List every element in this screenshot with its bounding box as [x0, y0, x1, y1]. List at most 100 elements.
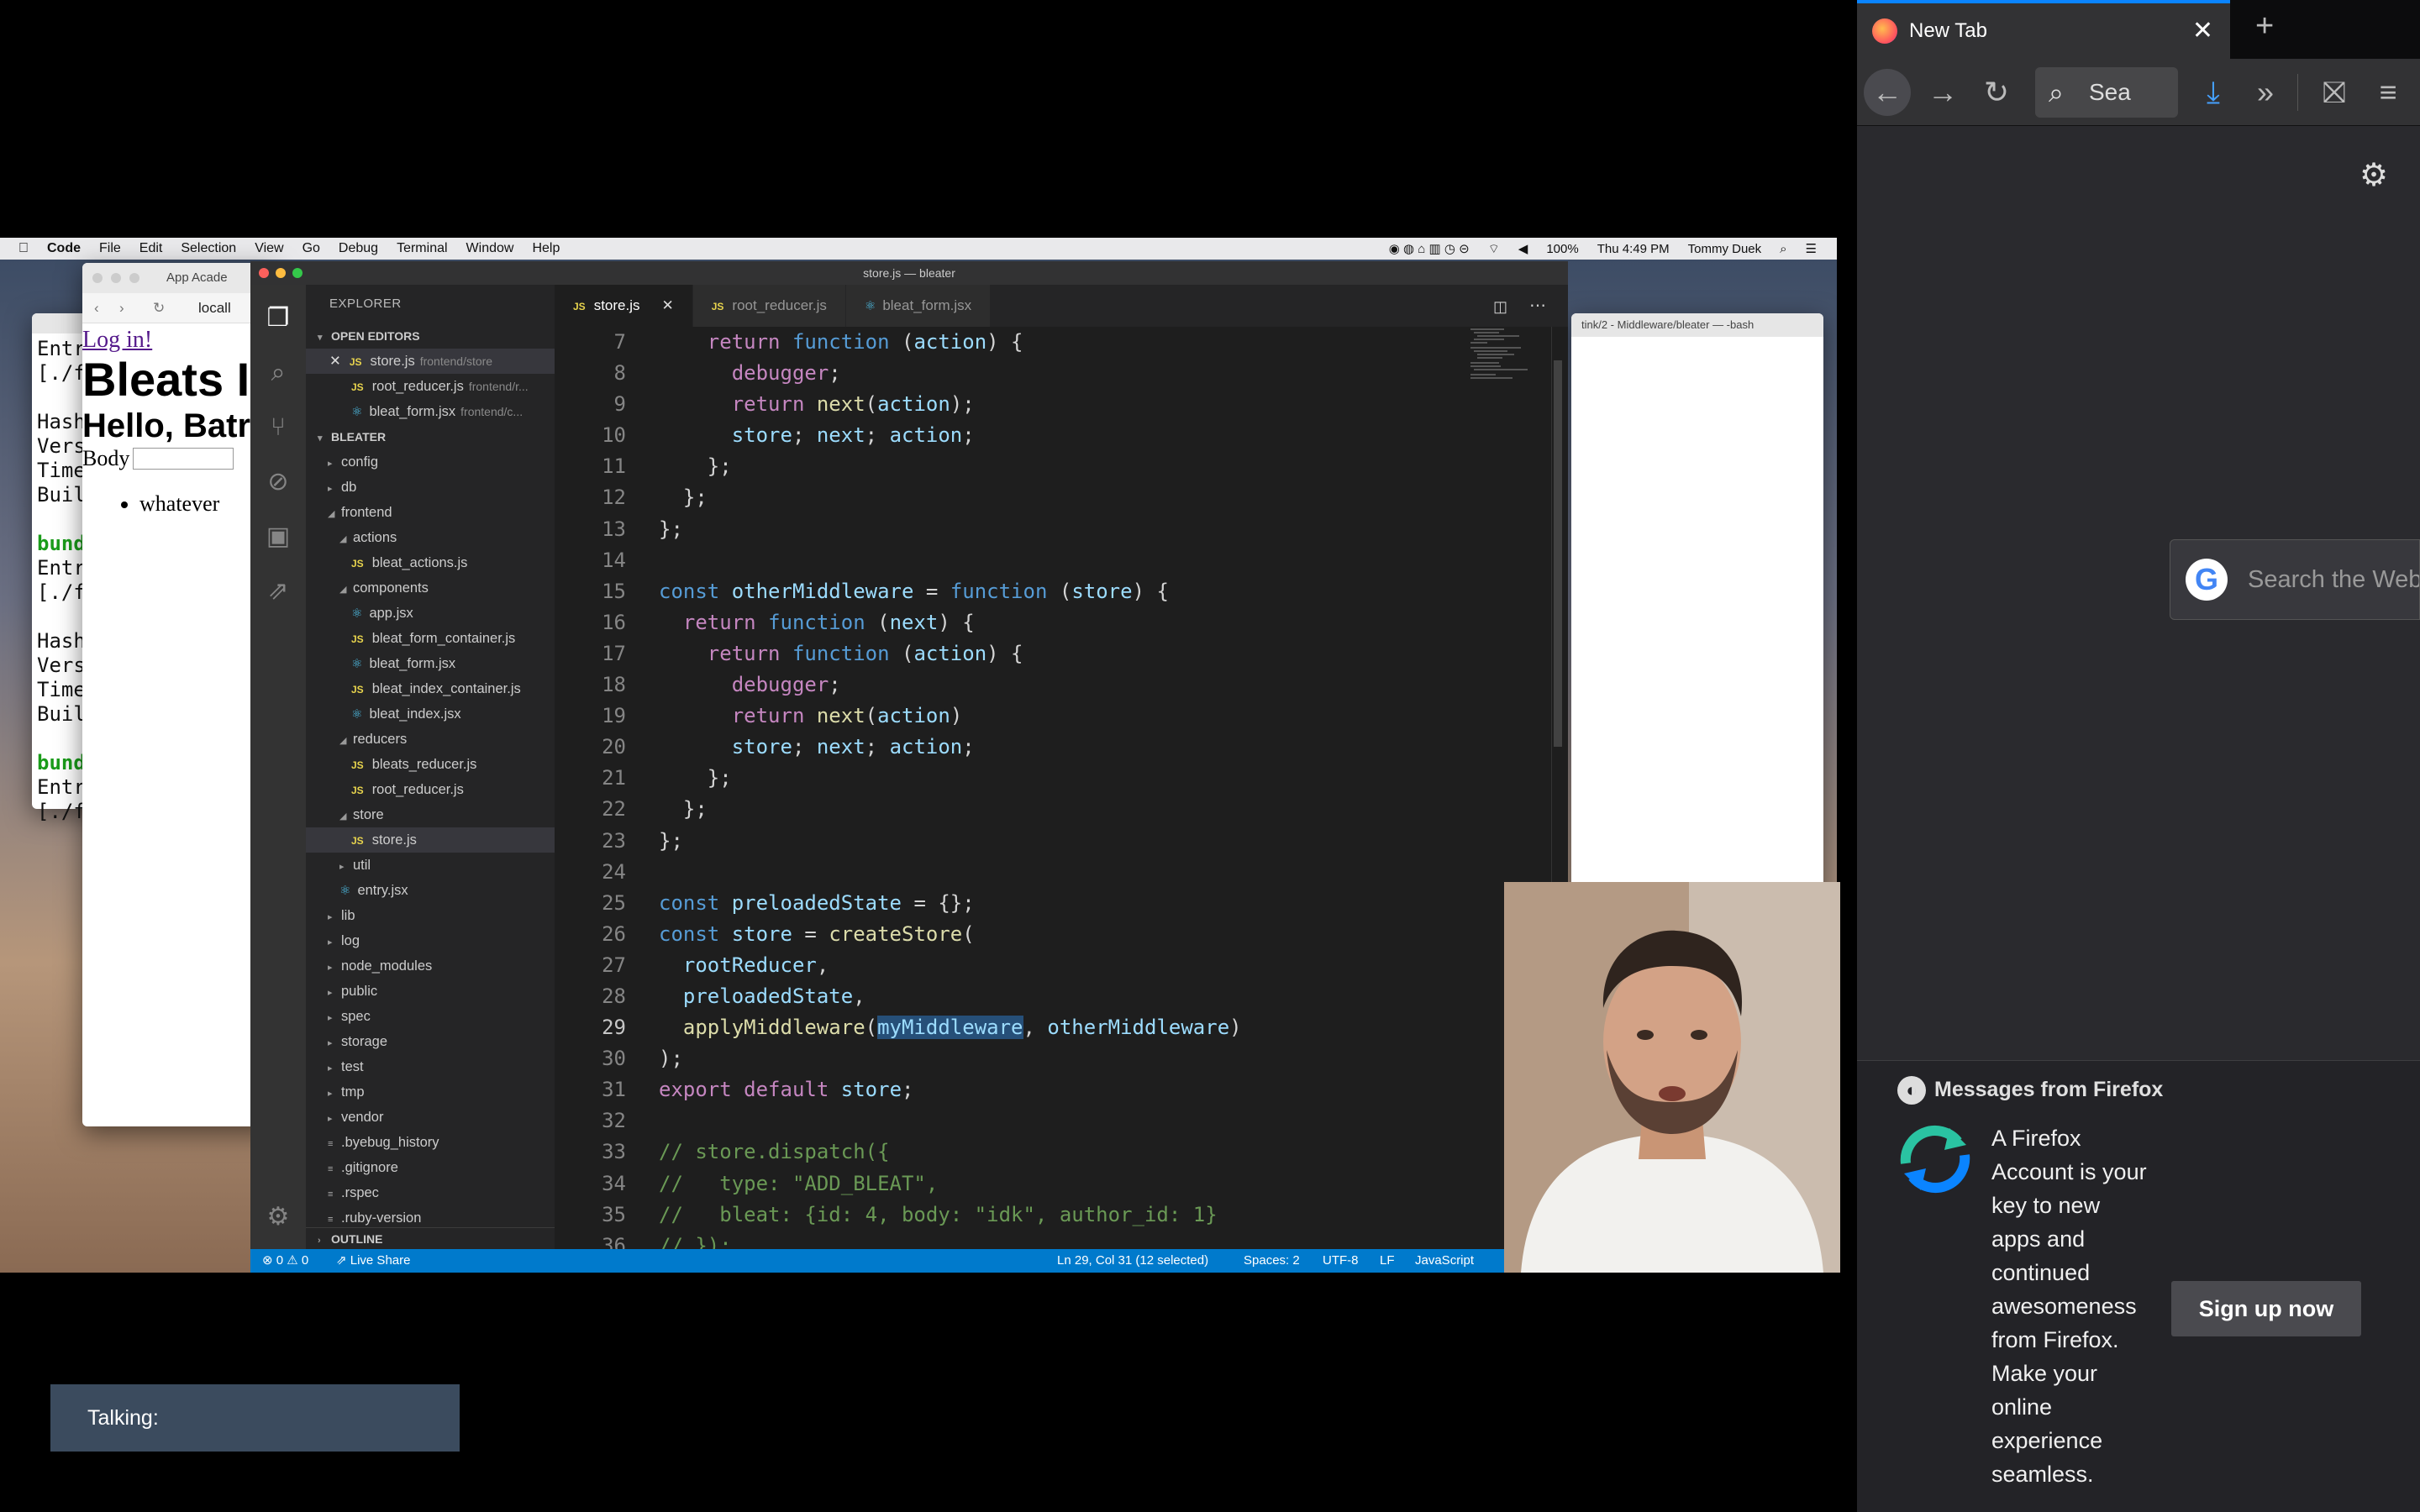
- more-actions-icon[interactable]: ⋯: [1529, 295, 1546, 316]
- tree-item[interactable]: ▸ public: [306, 979, 555, 1004]
- code-line[interactable]: 25 const preloadedState = {};: [555, 888, 1568, 919]
- tab-close-icon[interactable]: ✕: [2192, 3, 2213, 59]
- menubar-user[interactable]: Tommy Duek: [1688, 242, 1762, 256]
- code-line[interactable]: 23};: [555, 826, 1568, 857]
- tree-item[interactable]: ≡ .byebug_history: [306, 1130, 555, 1155]
- tree-item[interactable]: ◢ components: [306, 575, 555, 601]
- code-line[interactable]: 7 return function (action) {: [555, 327, 1568, 358]
- new-tab-button[interactable]: +: [2255, 8, 2274, 45]
- cursor-position[interactable]: Ln 29, Col 31 (12 selected): [1057, 1249, 1208, 1273]
- code-line[interactable]: 35 // bleat: {id: 4, body: "idk", author_…: [555, 1200, 1568, 1231]
- menu-edit[interactable]: Edit: [139, 241, 163, 256]
- tree-item[interactable]: JS bleats_reducer.js: [306, 752, 555, 777]
- apple-icon[interactable]: : [18, 241, 29, 256]
- code-line[interactable]: 22 };: [555, 794, 1568, 825]
- search-icon[interactable]: ⌕: [261, 356, 295, 390]
- code-line[interactable]: 27 rootReducer,: [555, 950, 1568, 981]
- tree-item[interactable]: ⚛ bleat_form.jsx: [306, 651, 555, 676]
- overflow-chevron-icon[interactable]: »: [2242, 69, 2289, 116]
- tree-item[interactable]: ◢ frontend: [306, 500, 555, 525]
- code-line[interactable]: 20 store; next; action;: [555, 732, 1568, 763]
- extensions-icon[interactable]: ▣: [261, 520, 295, 554]
- code-line[interactable]: 12 };: [555, 482, 1568, 513]
- source-control-icon[interactable]: ⑂: [261, 411, 295, 444]
- tree-item[interactable]: ▸ util: [306, 853, 555, 878]
- code-line[interactable]: 9 return next(action);: [555, 389, 1568, 420]
- newtab-settings-gear-icon[interactable]: ⚙: [2360, 156, 2388, 194]
- line-ending[interactable]: LF: [1380, 1249, 1395, 1273]
- debug-icon[interactable]: ⊘: [261, 465, 295, 499]
- minimize-window-button[interactable]: [276, 268, 286, 278]
- menu-window[interactable]: Window: [466, 241, 514, 256]
- wifi-icon[interactable]: ⌔: [1488, 241, 1500, 257]
- menu-help[interactable]: Help: [532, 241, 560, 256]
- code-line[interactable]: 26 const store = createStore(: [555, 919, 1568, 950]
- code-line[interactable]: 24: [555, 857, 1568, 888]
- tree-item[interactable]: ▸ config: [306, 449, 555, 475]
- settings-gear-icon[interactable]: ⚙: [261, 1200, 295, 1234]
- code-line[interactable]: 29 applyMiddleware(myMiddleware, otherMi…: [555, 1012, 1568, 1043]
- code-line[interactable]: 30);: [555, 1043, 1568, 1074]
- menu-file[interactable]: File: [99, 241, 121, 256]
- browser-url[interactable]: locall: [198, 300, 231, 317]
- editor-tab[interactable]: JS root_reducer.js: [692, 285, 846, 327]
- tree-item[interactable]: ▸ test: [306, 1054, 555, 1079]
- tree-item[interactable]: ▸ spec: [306, 1004, 555, 1029]
- tree-item[interactable]: JS root_reducer.js: [306, 777, 555, 802]
- code-line[interactable]: 32: [555, 1105, 1568, 1137]
- tree-item[interactable]: ▸ log: [306, 928, 555, 953]
- tree-item[interactable]: JS store.js: [306, 827, 555, 853]
- live-share-status[interactable]: ⇗ Live Share: [336, 1249, 410, 1273]
- editor-tab[interactable]: JS store.js ✕: [555, 285, 693, 327]
- extension-gift-icon[interactable]: ⛝: [2311, 69, 2358, 116]
- language-mode[interactable]: JavaScript: [1415, 1249, 1474, 1273]
- live-share-icon[interactable]: ⇗: [261, 575, 295, 608]
- tree-item[interactable]: ⚛ bleat_index.jsx: [306, 701, 555, 727]
- battery-percent[interactable]: 100%: [1546, 242, 1578, 256]
- google-search-box[interactable]: G Search the Web: [2170, 539, 2420, 620]
- tab-close-icon[interactable]: ✕: [661, 297, 673, 313]
- scroll-thumb[interactable]: [1554, 360, 1562, 747]
- code-line[interactable]: 28 preloadedState,: [555, 981, 1568, 1012]
- tree-item[interactable]: JS bleat_form_container.js: [306, 626, 555, 651]
- code-line[interactable]: 18 debugger;: [555, 669, 1568, 701]
- menubar-clock[interactable]: Thu 4:49 PM: [1597, 242, 1670, 256]
- code-line[interactable]: 14: [555, 545, 1568, 576]
- back-icon[interactable]: ‹: [94, 300, 99, 317]
- open-editors-header[interactable]: ▾ OPEN EDITORS: [306, 323, 555, 349]
- back-button[interactable]: ←: [1864, 69, 1911, 116]
- tree-item[interactable]: ▸ node_modules: [306, 953, 555, 979]
- maximize-window-button[interactable]: [292, 268, 302, 278]
- spotlight-icon[interactable]: ⌕: [1780, 242, 1786, 256]
- menu-selection[interactable]: Selection: [181, 241, 236, 256]
- code-line[interactable]: 19 return next(action): [555, 701, 1568, 732]
- login-link[interactable]: Log in!: [82, 327, 276, 354]
- open-editor-item[interactable]: JS root_reducer.js frontend/r...: [306, 374, 555, 399]
- browser-tab-title[interactable]: App Acade: [166, 270, 228, 285]
- hamburger-menu-icon[interactable]: ≡: [2365, 69, 2412, 116]
- code-line[interactable]: 8 debugger;: [555, 358, 1568, 389]
- code-line[interactable]: 33 // store.dispatch({: [555, 1137, 1568, 1168]
- reload-button[interactable]: ↻: [1973, 69, 2020, 116]
- tree-item[interactable]: ⚛ app.jsx: [306, 601, 555, 626]
- tree-item[interactable]: ◢ reducers: [306, 727, 555, 752]
- problems-indicator[interactable]: ⊗ 0 ⚠ 0: [262, 1249, 308, 1273]
- code-line[interactable]: 16 return function (next) {: [555, 607, 1568, 638]
- project-header[interactable]: ▾ BLEATER: [306, 424, 555, 449]
- code-line[interactable]: 34 // type: "ADD_BLEAT",: [555, 1168, 1568, 1200]
- open-editor-item[interactable]: ⚛ bleat_form.jsx frontend/c...: [306, 399, 555, 424]
- tree-item[interactable]: ▸ tmp: [306, 1079, 555, 1105]
- explorer-icon[interactable]: ❐: [261, 302, 295, 335]
- code-line[interactable]: 15 const otherMiddleware = function (stor…: [555, 576, 1568, 607]
- menu-view[interactable]: View: [255, 241, 283, 256]
- menu-go[interactable]: Go: [302, 241, 320, 256]
- close-icon[interactable]: ✕: [329, 354, 341, 369]
- encoding[interactable]: UTF-8: [1323, 1249, 1359, 1273]
- code-editor[interactable]: 7 return function (action) {8 debugger; 9…: [555, 327, 1568, 1249]
- code-line[interactable]: 36 // });: [555, 1231, 1568, 1249]
- status-icons[interactable]: ◉ ◍ ⌂ ▥ ◷ ⊝: [1389, 241, 1470, 256]
- sign-up-button[interactable]: Sign up now: [2171, 1281, 2361, 1336]
- menu-terminal[interactable]: Terminal: [397, 241, 447, 256]
- tree-item[interactable]: ◢ actions: [306, 525, 555, 550]
- tree-item[interactable]: ▸ storage: [306, 1029, 555, 1054]
